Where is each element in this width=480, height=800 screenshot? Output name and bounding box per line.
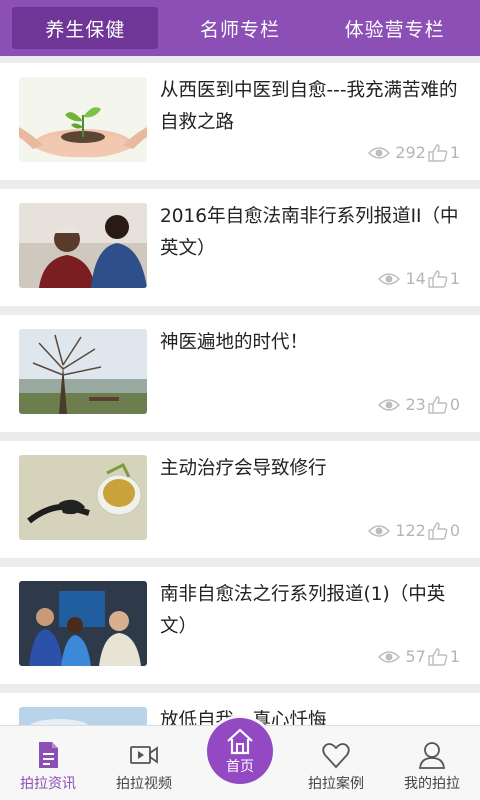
article-title: 从西医到中医到自愈---我充满苦难的自救之路: [160, 80, 458, 133]
like-count: 0: [449, 521, 460, 540]
thumbs-up-icon[interactable]: [428, 143, 448, 162]
article-card[interactable]: 主动治疗会导致修行 122 0: [0, 441, 480, 558]
thumbs-up-icon[interactable]: [428, 269, 448, 288]
article-stats: 292 1: [368, 143, 460, 162]
article-title: 2016年自愈法南非行系列报道II（中英文）: [160, 206, 459, 259]
people-portrait-image: [19, 203, 147, 288]
tea-pour-image: [19, 455, 147, 540]
like-count: 1: [449, 143, 460, 162]
article-title: 南非自愈法之行系列报道(1)（中英文）: [160, 584, 446, 637]
nav-label: 拍拉视频: [116, 776, 172, 792]
nav-label: 我的拍拉: [404, 776, 460, 792]
top-tab-bar: 养生保健 名师专栏 体验营专栏: [0, 0, 480, 56]
tab-health-care[interactable]: 养生保健: [12, 7, 159, 49]
like-count: 1: [449, 269, 460, 288]
article-feed[interactable]: 从西医到中医到自愈---我充满苦难的自救之路 292 1 2016年自愈法南非行…: [0, 63, 480, 725]
article-title: 主动治疗会导致修行: [160, 458, 327, 479]
view-count: 57: [405, 647, 426, 666]
home-icon: [227, 728, 253, 754]
home-button[interactable]: 首页: [207, 718, 273, 784]
nav-label: 拍拉资讯: [20, 776, 76, 792]
nav-label: 拍拉案例: [308, 776, 364, 792]
video-icon: [130, 746, 158, 764]
eye-icon: [378, 398, 401, 411]
article-title: 放低自我，真心忏悔: [160, 705, 460, 725]
article-stats: 57 1: [378, 647, 460, 666]
sprout-in-hands-image: [19, 77, 147, 162]
tab-camp-column[interactable]: 体验营专栏: [322, 7, 468, 49]
view-count: 122: [395, 521, 426, 540]
sky-image: [19, 707, 147, 725]
nav-label: 首页: [226, 758, 254, 775]
eye-icon: [368, 524, 391, 537]
nav-item-cases[interactable]: 拍拉案例: [288, 726, 384, 800]
article-stats: 14 1: [378, 269, 460, 288]
view-count: 14: [405, 269, 426, 288]
eye-icon: [378, 650, 401, 663]
park-tree-image: [19, 329, 147, 414]
tab-masters-column[interactable]: 名师专栏: [167, 7, 313, 49]
nav-item-news[interactable]: 拍拉资讯: [0, 726, 96, 800]
heart-icon: [322, 743, 350, 769]
thumbs-up-icon[interactable]: [428, 647, 448, 666]
app-screen: 养生保健 名师专栏 体验营专栏 从西医到中医到自愈---我充满苦难的自救之路 2…: [0, 0, 480, 800]
view-count: 292: [395, 143, 426, 162]
view-count: 23: [405, 395, 426, 414]
bottom-nav-bar: 拍拉资讯 拍拉视频 首页 拍拉案例 我的拍拉: [0, 718, 480, 800]
article-stats: 122 0: [368, 521, 460, 540]
article-title: 神医遍地的时代！: [160, 332, 309, 353]
nav-item-video[interactable]: 拍拉视频: [96, 726, 192, 800]
studio-group-image: [19, 581, 147, 666]
nav-item-profile[interactable]: 我的拍拉: [384, 726, 480, 800]
article-card[interactable]: 神医遍地的时代！ 23 0: [0, 315, 480, 432]
user-icon: [419, 742, 445, 769]
article-card[interactable]: 南非自愈法之行系列报道(1)（中英文） 57 1: [0, 567, 480, 684]
like-count: 0: [449, 395, 460, 414]
nav-item-home[interactable]: 首页: [192, 718, 288, 800]
thumbs-up-icon[interactable]: [428, 521, 448, 540]
document-icon: [39, 742, 58, 768]
thumbs-up-icon[interactable]: [428, 395, 448, 414]
article-card[interactable]: 从西医到中医到自愈---我充满苦难的自救之路 292 1: [0, 63, 480, 180]
article-card[interactable]: 2016年自愈法南非行系列报道II（中英文） 14 1: [0, 189, 480, 306]
like-count: 1: [449, 647, 460, 666]
eye-icon: [368, 146, 391, 159]
eye-icon: [378, 272, 401, 285]
article-stats: 23 0: [378, 395, 460, 414]
